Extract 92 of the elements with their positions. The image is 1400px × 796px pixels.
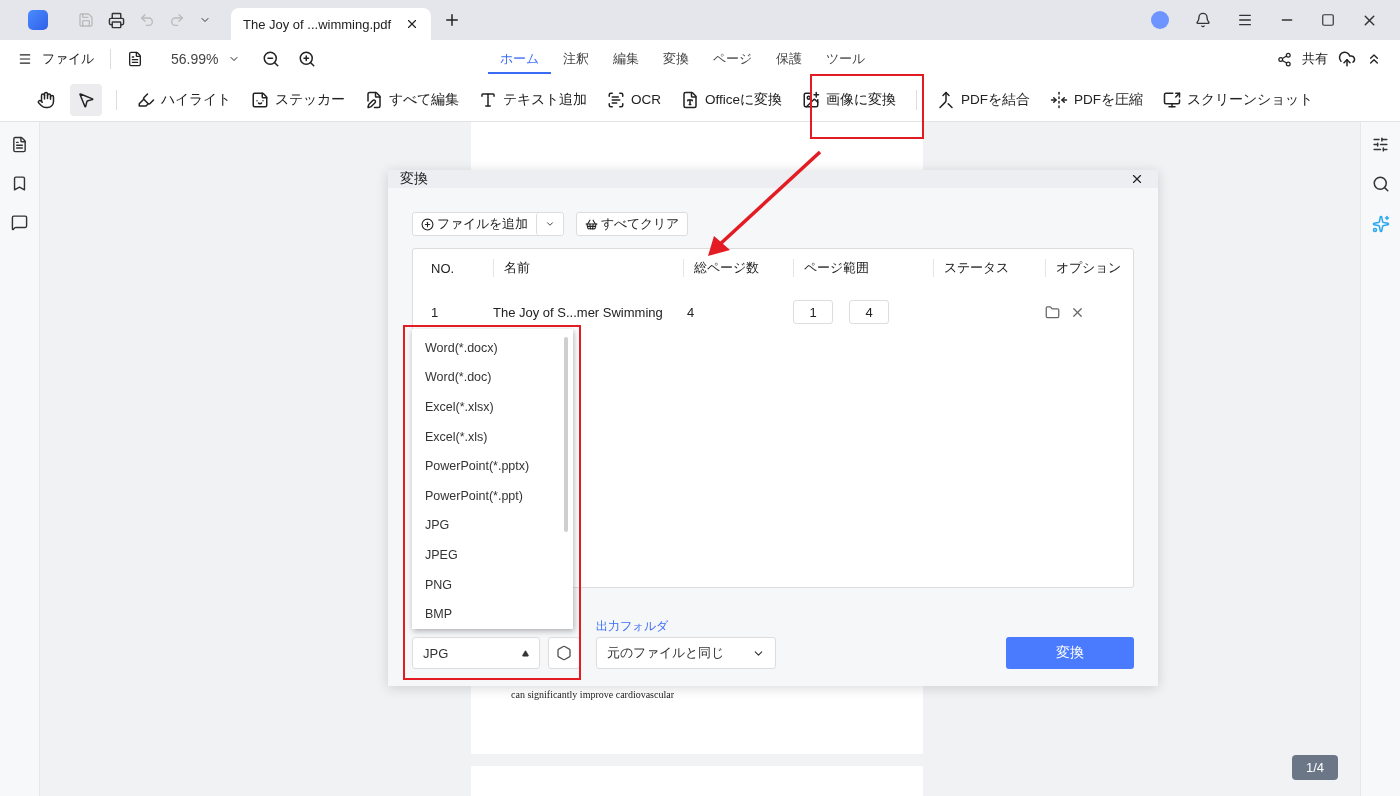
menu-icon[interactable] bbox=[18, 52, 32, 66]
menu-tab[interactable]: ホーム bbox=[488, 44, 551, 74]
app-logo bbox=[28, 10, 48, 30]
menu-tab[interactable]: 編集 bbox=[601, 44, 651, 74]
menu-tab[interactable]: 注釈 bbox=[551, 44, 601, 74]
column-header: 名前 bbox=[493, 259, 683, 277]
sticker-icon bbox=[251, 90, 269, 109]
clear-all-button[interactable]: すべてクリア bbox=[576, 212, 688, 236]
toolbar-button[interactable]: ステッカー bbox=[245, 86, 351, 113]
page-to-field[interactable]: 4 bbox=[849, 300, 889, 324]
menu-option[interactable]: JPEG bbox=[412, 540, 573, 570]
scrollbar-thumb[interactable] bbox=[564, 337, 568, 532]
menu-option[interactable]: Excel(*.xls) bbox=[412, 421, 573, 452]
convert-button[interactable]: 変換 bbox=[1006, 637, 1134, 669]
bookmark-icon[interactable] bbox=[11, 175, 28, 192]
output-folder-label: 出力フォルダ bbox=[596, 618, 669, 635]
menu-tab[interactable]: ページ bbox=[701, 44, 764, 74]
column-header: ページ範囲 bbox=[793, 259, 933, 277]
zoom-out-icon[interactable] bbox=[262, 50, 281, 68]
document-tab[interactable]: The Joy of ...wimming.pdf bbox=[231, 8, 431, 40]
toolbar-button[interactable]: ハイライト bbox=[131, 86, 237, 113]
page-counter: 1/4 bbox=[1291, 755, 1338, 780]
thumbnail-icon[interactable] bbox=[11, 136, 28, 153]
output-folder-select[interactable]: 元のファイルと同じ bbox=[596, 637, 776, 669]
menu-icon[interactable] bbox=[1237, 12, 1253, 28]
menu-tab[interactable]: 保護 bbox=[764, 44, 814, 74]
share-label[interactable]: 共有 bbox=[1302, 50, 1328, 68]
document-icon bbox=[681, 90, 699, 109]
file-menu[interactable]: ファイル bbox=[42, 50, 94, 68]
toolbar-button[interactable]: 画像に変換 bbox=[796, 86, 902, 113]
toolbar-button[interactable]: スクリーンショット bbox=[1157, 86, 1319, 113]
text-icon bbox=[479, 90, 497, 109]
page-text: can significantly improve cardiovascular bbox=[511, 689, 675, 701]
format-select[interactable]: JPG bbox=[412, 637, 540, 669]
dialog-title: 変換 bbox=[400, 170, 428, 188]
pen-document-icon bbox=[365, 90, 383, 109]
hexagon-icon bbox=[556, 645, 572, 661]
toolbar-button[interactable]: PDFを結合 bbox=[931, 86, 1036, 113]
table-cell-text: The Joy of S...mer Swimming bbox=[493, 304, 664, 320]
highlighter-icon bbox=[137, 90, 155, 109]
zoom-level[interactable]: 56.99% bbox=[171, 51, 219, 67]
toolbar-button[interactable]: OCR bbox=[601, 86, 667, 113]
menu-tab[interactable]: 変換 bbox=[651, 44, 701, 74]
image-icon bbox=[802, 90, 820, 109]
menu-option[interactable]: BMP bbox=[412, 599, 573, 629]
settings-button[interactable] bbox=[548, 637, 580, 669]
hand-icon bbox=[37, 90, 55, 109]
properties-icon[interactable] bbox=[1372, 136, 1389, 153]
column-header: オプション bbox=[1045, 259, 1133, 277]
select-tool-button[interactable] bbox=[70, 83, 102, 116]
column-header: ステータス bbox=[933, 259, 1045, 277]
close-icon[interactable] bbox=[405, 17, 419, 31]
merge-icon bbox=[937, 90, 955, 109]
share-icon[interactable] bbox=[1277, 51, 1292, 67]
caret-icon bbox=[522, 649, 529, 657]
compress-icon bbox=[1050, 90, 1068, 109]
print-icon[interactable] bbox=[108, 11, 125, 29]
page-icon[interactable] bbox=[127, 51, 143, 67]
page-from-field[interactable]: 1 bbox=[793, 300, 833, 324]
cloud-upload-icon[interactable] bbox=[1338, 50, 1356, 68]
folder-icon[interactable] bbox=[1045, 304, 1060, 320]
menu-option[interactable]: PowerPoint(*.pptx) bbox=[412, 451, 573, 481]
menu-option[interactable]: Word(*.doc) bbox=[412, 362, 573, 393]
zoom-in-icon[interactable] bbox=[298, 50, 317, 68]
table-cell-text: 4 bbox=[686, 304, 696, 320]
caret-icon bbox=[545, 219, 555, 229]
maximize-icon[interactable] bbox=[1321, 13, 1335, 27]
menu-option[interactable]: PowerPoint(*.ppt) bbox=[412, 480, 573, 511]
bell-icon[interactable] bbox=[1195, 12, 1211, 28]
menu-option[interactable]: JPG bbox=[412, 510, 573, 541]
toolbar-button[interactable]: すべて編集 bbox=[359, 86, 465, 113]
column-header: NO. bbox=[431, 260, 456, 276]
toolbar-button[interactable]: PDFを圧縮 bbox=[1044, 86, 1149, 113]
table-cell-text: 1 bbox=[431, 304, 440, 320]
screenshot-icon bbox=[1163, 90, 1181, 109]
new-tab-icon[interactable] bbox=[443, 11, 461, 29]
plus-circle-icon bbox=[421, 217, 434, 231]
menu-option[interactable]: Word(*.docx) bbox=[412, 333, 573, 363]
search-icon[interactable] bbox=[1371, 175, 1390, 193]
close-icon[interactable] bbox=[1130, 172, 1144, 186]
menu-tab[interactable]: ツール bbox=[814, 44, 877, 74]
comment-icon[interactable] bbox=[11, 214, 28, 231]
column-header: 総ページ数 bbox=[683, 259, 793, 277]
pointer-icon bbox=[77, 90, 95, 109]
tab-title: The Joy of ...wimming.pdf bbox=[243, 16, 392, 32]
menu-option[interactable]: Excel(*.xlsx) bbox=[412, 392, 573, 422]
toolbar-button[interactable]: テキスト追加 bbox=[473, 86, 593, 113]
scan-text-icon bbox=[607, 90, 625, 109]
basket-icon bbox=[585, 217, 598, 231]
dropdown-toggle[interactable] bbox=[536, 213, 563, 235]
menu-option[interactable]: PNG bbox=[412, 569, 573, 600]
toolbar-button[interactable]: Officeに変換 bbox=[675, 86, 788, 113]
